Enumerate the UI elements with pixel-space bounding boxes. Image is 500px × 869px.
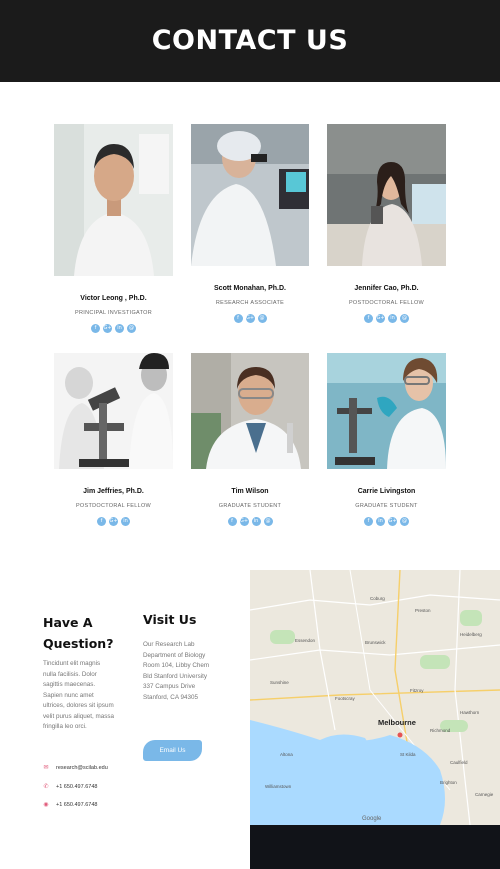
email-icon[interactable]: @: [257, 314, 267, 323]
google-plus-icon[interactable]: G+: [239, 517, 249, 526]
google-plus-icon[interactable]: G+: [103, 324, 112, 333]
google-plus-icon[interactable]: G+: [245, 314, 255, 323]
member-role: GRADUATE STUDENT: [355, 503, 418, 509]
linkedin-icon[interactable]: in: [121, 517, 130, 526]
lab-name: Our Research Lab: [143, 641, 195, 648]
map-attribution: Google: [362, 816, 382, 822]
social-links: f G+ @: [191, 314, 309, 323]
member-name: Scott Monahan, Ph.D.: [214, 285, 286, 292]
social-links: f G+ in @: [327, 314, 446, 323]
email-icon[interactable]: @: [263, 517, 273, 526]
contact-email[interactable]: research@scilab.edu: [56, 765, 108, 771]
member-photo: [327, 353, 446, 469]
facebook-icon[interactable]: f: [97, 517, 106, 526]
map-place-label: Sunshine: [270, 680, 289, 685]
member-photo: [327, 124, 446, 266]
member-role: GRADUATE STUDENT: [218, 503, 282, 509]
page: CONTACT US Victor Leong , Ph.D. PRINCIPA…: [0, 0, 500, 869]
contact-phone-row: ✆ +1 650.497.6748: [43, 783, 97, 791]
social-links: f in G+ @: [327, 517, 446, 526]
map-place-label: Heidelberg: [460, 632, 482, 637]
map-place-label: Brunswick: [365, 640, 386, 645]
visit-heading: Visit Us: [143, 612, 197, 627]
member-role: POSTDOCTORAL FELLOW: [348, 300, 425, 306]
footer-bar: [250, 825, 500, 869]
map-place-label: Caulfield: [450, 760, 468, 765]
map-place-label: Coburg: [370, 596, 385, 601]
email-icon[interactable]: @: [400, 314, 409, 323]
member-photo: [191, 124, 309, 266]
linkedin-icon[interactable]: in: [388, 314, 397, 323]
map-place-label: Richmond: [430, 728, 451, 733]
member-role: PRINCIPAL INVESTIGATOR: [75, 310, 152, 316]
location-map[interactable]: Melbourne Coburg Preston Brunswick Heide…: [250, 570, 500, 825]
facebook-icon[interactable]: f: [233, 314, 243, 323]
facebook-icon[interactable]: f: [91, 324, 100, 333]
member-role: RESEARCH ASSOCIATE: [215, 300, 285, 306]
page-title: CONTACT US: [151, 24, 349, 56]
map-pin-icon: ◉: [43, 802, 49, 808]
phone-icon: ✆: [43, 784, 49, 790]
team-member-card: Victor Leong , Ph.D. PRINCIPAL INVESTIGA…: [54, 124, 173, 339]
map-place-label: Carnegie: [475, 792, 494, 797]
contact-location-row: ◉ +1 650.497.6748: [43, 801, 97, 809]
map-city-label: Melbourne: [378, 718, 416, 727]
google-plus-icon[interactable]: G+: [109, 517, 118, 526]
linkedin-icon[interactable]: in: [115, 324, 124, 333]
email-icon[interactable]: @: [127, 324, 136, 333]
team-member-card: Scott Monahan, Ph.D. RESEARCH ASSOCIATE …: [191, 124, 309, 329]
contact-phone[interactable]: +1 650.497.6748: [56, 802, 97, 808]
facebook-icon[interactable]: f: [364, 314, 373, 323]
envelope-icon: ✉: [43, 765, 49, 771]
lab-address: Department of Biology Room 104, Libby Ch…: [143, 651, 210, 701]
member-name: Carrie Livingston: [357, 488, 416, 495]
team-member-card: Jim Jeffries, Ph.D. POSTDOCTORAL FELLOW …: [54, 353, 173, 531]
map-place-label: Preston: [415, 608, 431, 613]
member-photo: [54, 353, 173, 469]
social-links: f G+ in: [54, 517, 173, 526]
email-icon[interactable]: @: [400, 517, 409, 526]
question-text: Tincidunt elit magnis nulla facilisis. D…: [43, 660, 115, 730]
team-member-card: Jennifer Cao, Ph.D. POSTDOCTORAL FELLOW …: [327, 124, 446, 329]
contact-phone[interactable]: +1 650.497.6748: [56, 784, 97, 790]
facebook-icon[interactable]: f: [227, 517, 237, 526]
google-plus-icon[interactable]: G+: [376, 314, 385, 323]
team-member-card: Carrie Livingston GRADUATE STUDENT f in …: [327, 353, 446, 531]
map-place-label: St Kilda: [400, 752, 416, 757]
linkedin-icon[interactable]: in: [376, 517, 385, 526]
google-plus-icon[interactable]: G+: [388, 517, 397, 526]
map-place-label: Fitzroy: [410, 688, 424, 693]
contact-email-row: ✉ research@scilab.edu: [43, 764, 108, 772]
member-photo: [54, 124, 173, 276]
map-place-label: Footscray: [335, 696, 355, 701]
map-place-label: Hawthorn: [460, 710, 480, 715]
social-links: f G+ in @: [191, 517, 309, 526]
map-place-label: Altona: [280, 752, 293, 757]
map-place-label: Williamstown: [265, 784, 292, 789]
question-heading: Have A Question?: [43, 615, 114, 651]
social-links: f G+ in @: [54, 324, 173, 333]
member-role: POSTDOCTORAL FELLOW: [75, 503, 152, 509]
map-place-label: Essendon: [295, 638, 316, 643]
linkedin-icon[interactable]: in: [251, 517, 261, 526]
member-photo: [191, 353, 309, 469]
facebook-icon[interactable]: f: [364, 517, 373, 526]
map-place-label: Brighton: [440, 780, 457, 785]
visit-address-block: Our Research Lab Department of Biology R…: [143, 640, 213, 703]
email-us-button[interactable]: Email Us: [143, 740, 202, 761]
member-name: Jennifer Cao, Ph.D.: [354, 285, 419, 292]
member-name: Jim Jeffries, Ph.D.: [83, 488, 144, 495]
team-member-card: Tim Wilson GRADUATE STUDENT f G+ in @: [191, 353, 309, 531]
member-name: Tim Wilson: [231, 488, 269, 495]
member-name: Victor Leong , Ph.D.: [80, 295, 147, 302]
page-header: CONTACT US: [0, 0, 500, 82]
